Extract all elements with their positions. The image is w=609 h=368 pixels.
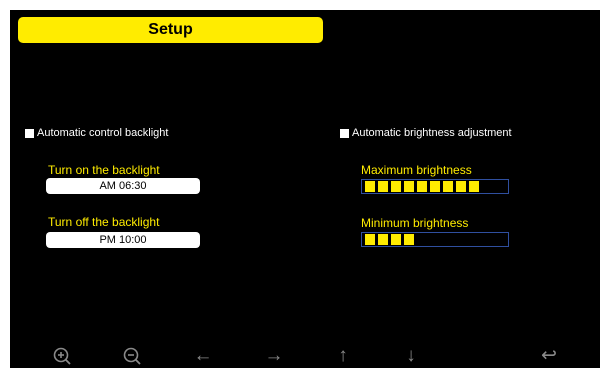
- brightness-segment: [391, 234, 401, 245]
- brightness-segment: [469, 181, 479, 192]
- brightness-segment: [430, 181, 440, 192]
- brightness-segment: [456, 181, 466, 192]
- arrow-left-icon[interactable]: ←: [191, 344, 215, 368]
- maximum-brightness-bar[interactable]: [361, 179, 509, 194]
- zoom-in-icon[interactable]: [50, 344, 74, 368]
- brightness-segment: [378, 234, 388, 245]
- brightness-segment: [404, 181, 414, 192]
- zoom-out-icon[interactable]: [120, 344, 144, 368]
- brightness-segment: [391, 181, 401, 192]
- brightness-segment: [443, 181, 453, 192]
- minimum-brightness-label: Minimum brightness: [361, 216, 469, 230]
- return-icon[interactable]: ↩: [537, 344, 561, 368]
- maximum-brightness-label: Maximum brightness: [361, 163, 472, 177]
- setup-screen: Setup Automatic control backlight Turn o…: [10, 10, 600, 368]
- auto-backlight-label: Automatic control backlight: [37, 127, 169, 139]
- brightness-segment: [365, 181, 375, 192]
- page-title: Setup: [18, 17, 323, 43]
- auto-brightness-checkbox[interactable]: Automatic brightness adjustment: [340, 127, 512, 139]
- auto-backlight-checkbox[interactable]: Automatic control backlight: [25, 127, 168, 139]
- arrow-right-icon[interactable]: →: [262, 344, 286, 368]
- arrow-up-icon[interactable]: ↑: [331, 344, 355, 368]
- minimum-brightness-bar[interactable]: [361, 232, 509, 247]
- turn-on-time-field[interactable]: AM 06:30: [46, 178, 200, 194]
- brightness-segment: [365, 234, 375, 245]
- arrow-down-icon[interactable]: ↓: [399, 344, 423, 368]
- checkbox-box[interactable]: [340, 128, 349, 138]
- auto-brightness-label: Automatic brightness adjustment: [352, 127, 512, 139]
- brightness-segment: [417, 181, 427, 192]
- turn-off-backlight-label: Turn off the backlight: [48, 215, 160, 229]
- brightness-segment: [404, 234, 414, 245]
- turn-on-backlight-label: Turn on the backlight: [48, 163, 160, 177]
- checkbox-box[interactable]: [25, 128, 34, 138]
- brightness-segment: [378, 181, 388, 192]
- bottom-toolbar: ← → ↑ ↓ ↩: [10, 344, 600, 368]
- turn-off-time-field[interactable]: PM 10:00: [46, 232, 200, 248]
